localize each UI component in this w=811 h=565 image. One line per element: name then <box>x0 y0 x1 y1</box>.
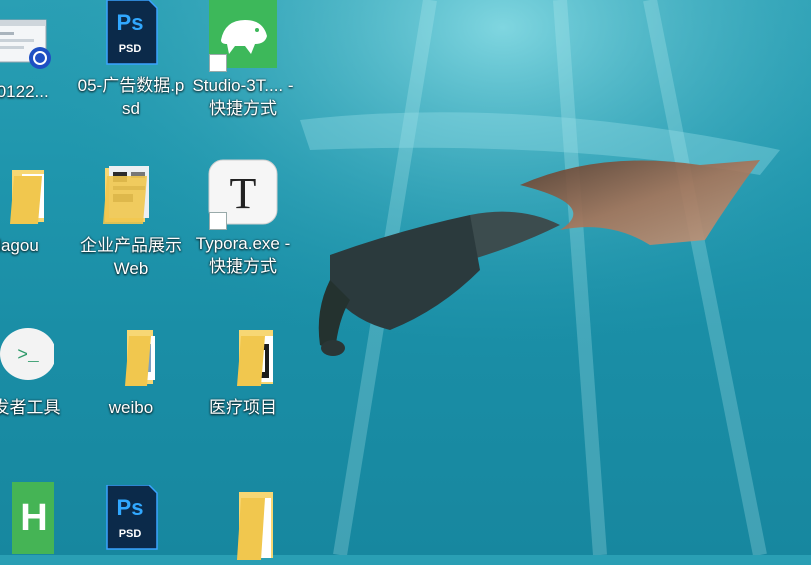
shortcut-arrow-icon <box>209 212 227 230</box>
hbuilder-icon: H <box>0 482 68 554</box>
photoshop-icon: Ps PSD <box>95 484 167 557</box>
desktop-icon-psd-ads[interactable]: Ps PSD 05-广告数据.psd <box>75 0 187 120</box>
icon-label: weibo <box>108 398 154 417</box>
devtools-icon: >_ <box>0 322 56 394</box>
desktop-icon-folder-medical[interactable]: 医疗项目 <box>187 322 299 419</box>
icon-label: Studio-3T.... - 快捷方式 <box>192 76 294 118</box>
icon-label: 20122... <box>0 82 49 101</box>
folder-icon <box>95 322 167 394</box>
desktop-icon-studio-3t[interactable]: Studio-3T.... - 快捷方式 <box>187 0 299 120</box>
devtools-glyph: >_ <box>17 346 39 366</box>
desktop-icon-devtools[interactable]: >_ 开发者工具 <box>0 322 74 419</box>
desktop-icon-psd-2[interactable]: Ps PSD <box>75 484 187 559</box>
typora-glyph: T <box>230 169 257 218</box>
icon-label: 医疗项目 <box>209 398 277 417</box>
icon-label: 05-广告数据.psd <box>77 76 185 118</box>
photoshop-icon: Ps PSD <box>95 0 167 72</box>
desktop-icon-folder-web[interactable]: 企业产品展示Web <box>75 160 187 280</box>
folder-icon <box>0 160 54 232</box>
desktop-icon-folder-lagou[interactable]: lagou <box>0 160 74 257</box>
desktop-icon-video-file[interactable]: 20122... <box>0 6 74 103</box>
icon-label: Typora.exe - 快捷方式 <box>195 234 291 276</box>
psd-glyph: PSD <box>119 528 142 540</box>
ps-glyph: Ps <box>117 10 144 35</box>
desktop-icon-typora[interactable]: T Typora.exe - 快捷方式 <box>187 158 299 278</box>
ps-glyph: Ps <box>117 495 144 520</box>
shortcut-arrow-icon <box>209 54 227 72</box>
desktop-icon-hbuilder[interactable]: H <box>0 482 74 556</box>
desktop: 20122... Ps PSD 05-广告数据.psd Studio-3T...… <box>0 0 811 560</box>
folder-icon <box>207 488 279 560</box>
psd-glyph: PSD <box>119 43 142 55</box>
desktop-icon-folder-4[interactable] <box>187 488 299 562</box>
desktop-icon-folder-weibo[interactable]: weibo <box>75 322 187 419</box>
video-file-icon <box>0 6 54 78</box>
hbuilder-glyph: H <box>20 497 47 539</box>
studio-3t-icon <box>207 0 279 72</box>
folder-icon <box>207 322 279 394</box>
folder-icon <box>95 160 167 232</box>
typora-icon: T <box>207 158 279 230</box>
icon-label: 开发者工具 <box>0 398 61 417</box>
icon-label: 企业产品展示Web <box>80 236 182 278</box>
icon-label: lagou <box>0 236 39 255</box>
